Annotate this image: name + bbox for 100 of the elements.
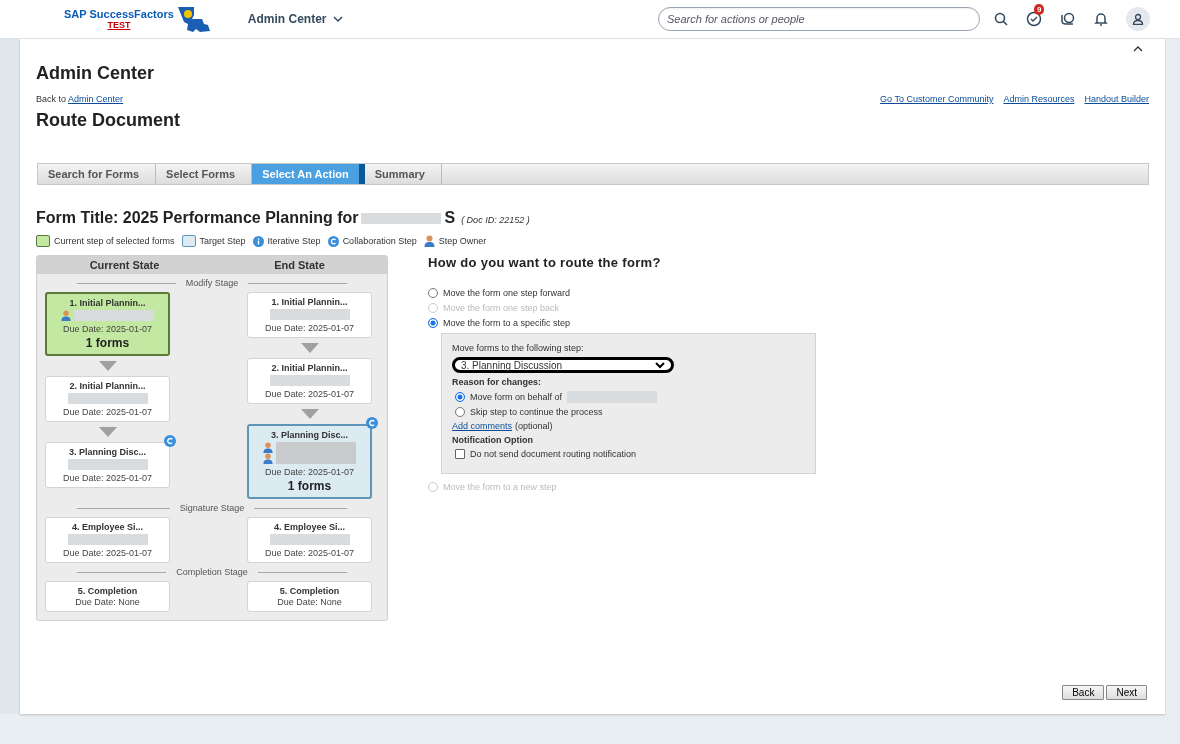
nav-button[interactable]: Back xyxy=(1062,685,1105,700)
legend-label: Collaboration Step xyxy=(342,236,417,246)
user-avatar[interactable] xyxy=(1126,7,1150,31)
column-header: Current State xyxy=(88,259,161,271)
collaboration-icon xyxy=(327,235,339,247)
form-count: 1 forms xyxy=(287,479,332,493)
stage-label: Completion Stage xyxy=(166,567,258,577)
step-dropdown[interactable]: 3. Planning Discussion xyxy=(452,357,674,373)
chevron-down-icon xyxy=(655,361,665,369)
option-label: Skip step to continue the process xyxy=(470,407,603,417)
collaboration-icon xyxy=(164,435,176,447)
add-comments-link[interactable]: Add comments xyxy=(452,421,513,431)
person-icon xyxy=(423,235,435,247)
header-link[interactable]: Handout Builder xyxy=(1084,94,1149,104)
due-date: Due Date: 2025-01-07 xyxy=(264,548,355,558)
step-title: 5. Completion xyxy=(279,586,340,596)
person-icon xyxy=(61,310,71,321)
target-step-swatch xyxy=(181,235,196,247)
optional-note: (optional) xyxy=(515,421,553,431)
option-label: Move form on behalf of xyxy=(470,392,563,402)
collapse-icon[interactable] xyxy=(1133,46,1143,52)
due-date: Due Date: 2025-01-07 xyxy=(62,473,153,483)
due-date: Due Date: None xyxy=(75,597,140,607)
down-arrow-icon xyxy=(300,343,319,353)
down-arrow-icon xyxy=(98,361,117,371)
search-icon[interactable] xyxy=(994,12,1008,26)
step-card[interactable]: 3. Planning Disc... Due Date: 2025-01-07 1 forms xyxy=(247,424,372,499)
radio-button[interactable] xyxy=(428,318,438,328)
form-count: 1 forms xyxy=(85,336,130,350)
option-label: Move the form one step back xyxy=(443,303,560,313)
search-field[interactable]: Search for actions or people xyxy=(658,7,980,31)
step-card[interactable]: 1. Initial Plannin... Due Date: 2025-01-07 1 forms xyxy=(45,292,170,356)
step-title: 1. Initial Plannin... xyxy=(271,297,348,307)
info-icon xyxy=(252,235,264,247)
route-question: How do you want to route the form? xyxy=(428,255,662,270)
person-icon xyxy=(263,442,273,453)
bell-icon[interactable] xyxy=(1094,11,1108,27)
admin-center-link[interactable]: Admin Center xyxy=(68,94,124,104)
step-card[interactable]: 4. Employee Si... Due Date: 2025-01-07 xyxy=(247,517,372,563)
back-link-text: Back to Admin Center xyxy=(36,94,124,104)
column-header: End State xyxy=(273,259,326,271)
step-title: 5. Completion xyxy=(77,586,138,596)
step-card[interactable]: 5. Completion Due Date: None xyxy=(45,581,170,612)
current-step-swatch xyxy=(36,235,50,247)
header-link[interactable]: Go To Customer Community xyxy=(880,94,994,104)
step-title: 3. Planning Disc... xyxy=(271,430,348,440)
page-title: Admin Center xyxy=(36,63,155,84)
reason-label: Reason for changes: xyxy=(452,377,543,387)
checkbox-label: Do not send document routing notification xyxy=(470,449,637,459)
state-map-icon xyxy=(175,5,212,33)
step-title: 4. Employee Si... xyxy=(274,522,345,532)
notification-badge: 9 xyxy=(1034,4,1045,15)
due-date: Due Date: 2025-01-07 xyxy=(264,323,355,333)
form-title: Form Title: 2025 Performance Planning for xyxy=(36,209,359,227)
document-id: ( Doc ID: 22152 ) xyxy=(461,215,530,225)
due-date: Due Date: 2025-01-07 xyxy=(62,407,153,417)
step-card[interactable]: 5. Completion Due Date: None xyxy=(247,581,372,612)
wizard-step[interactable]: Search for Forms xyxy=(38,164,157,184)
person-icon xyxy=(263,453,273,464)
legend-label: Step Owner xyxy=(438,236,487,246)
due-date: Due Date: 2025-01-07 xyxy=(62,324,153,334)
page-subtitle: Route Document xyxy=(36,110,181,131)
legend-label: Iterative Step xyxy=(267,236,321,246)
admin-center-menu[interactable]: Admin Center xyxy=(247,12,343,26)
form-title-end: S xyxy=(444,209,456,227)
chevron-down-icon xyxy=(332,15,343,23)
checkbox[interactable] xyxy=(455,449,465,459)
radio-button[interactable] xyxy=(428,288,438,298)
notification-label: Notification Option xyxy=(452,435,534,445)
step-title: 1. Initial Plannin... xyxy=(69,298,146,308)
header-link[interactable]: Admin Resources xyxy=(1003,94,1075,104)
step-select-label: Move forms to the following step: xyxy=(452,343,585,353)
option-label: Move the form one step forward xyxy=(443,288,571,298)
step-card[interactable]: 2. Initial Plannin... Due Date: 2025-01-07 xyxy=(247,358,372,404)
brand-name: SAP SuccessFactors xyxy=(64,8,174,20)
step-card[interactable]: 4. Employee Si... Due Date: 2025-01-07 xyxy=(45,517,170,563)
checkmark-circle-icon[interactable] xyxy=(1026,11,1042,27)
step-title: 4. Employee Si... xyxy=(72,522,143,532)
step-title: 2. Initial Plannin... xyxy=(69,381,146,391)
collaboration-icon xyxy=(366,417,378,429)
due-date: Due Date: 2025-01-07 xyxy=(264,467,355,477)
wizard-step[interactable]: Summary xyxy=(364,164,442,184)
radio-button[interactable] xyxy=(455,407,465,417)
step-card[interactable]: 2. Initial Plannin... Due Date: 2025-01-07 xyxy=(45,376,170,422)
step-title: 3. Planning Disc... xyxy=(69,447,146,457)
due-date: Due Date: 2025-01-07 xyxy=(264,389,355,399)
nav-button[interactable]: Next xyxy=(1106,685,1147,700)
down-arrow-icon xyxy=(98,427,117,437)
environment-label: TEST xyxy=(107,20,131,30)
due-date: Due Date: None xyxy=(277,597,342,607)
stage-label: Modify Stage xyxy=(175,278,249,288)
option-label: Move the form to a specific step xyxy=(443,318,571,328)
due-date: Due Date: 2025-01-07 xyxy=(62,548,153,558)
step-card[interactable]: 1. Initial Plannin... Due Date: 2025-01-07 xyxy=(247,292,372,338)
step-card[interactable]: 3. Planning Disc... Due Date: 2025-01-07 xyxy=(45,442,170,488)
down-arrow-icon xyxy=(300,409,319,419)
legend-label: Target Step xyxy=(199,236,246,246)
step-title: 2. Initial Plannin... xyxy=(271,363,348,373)
radio-button[interactable] xyxy=(455,392,465,402)
stage-label: Signature Stage xyxy=(169,503,255,513)
